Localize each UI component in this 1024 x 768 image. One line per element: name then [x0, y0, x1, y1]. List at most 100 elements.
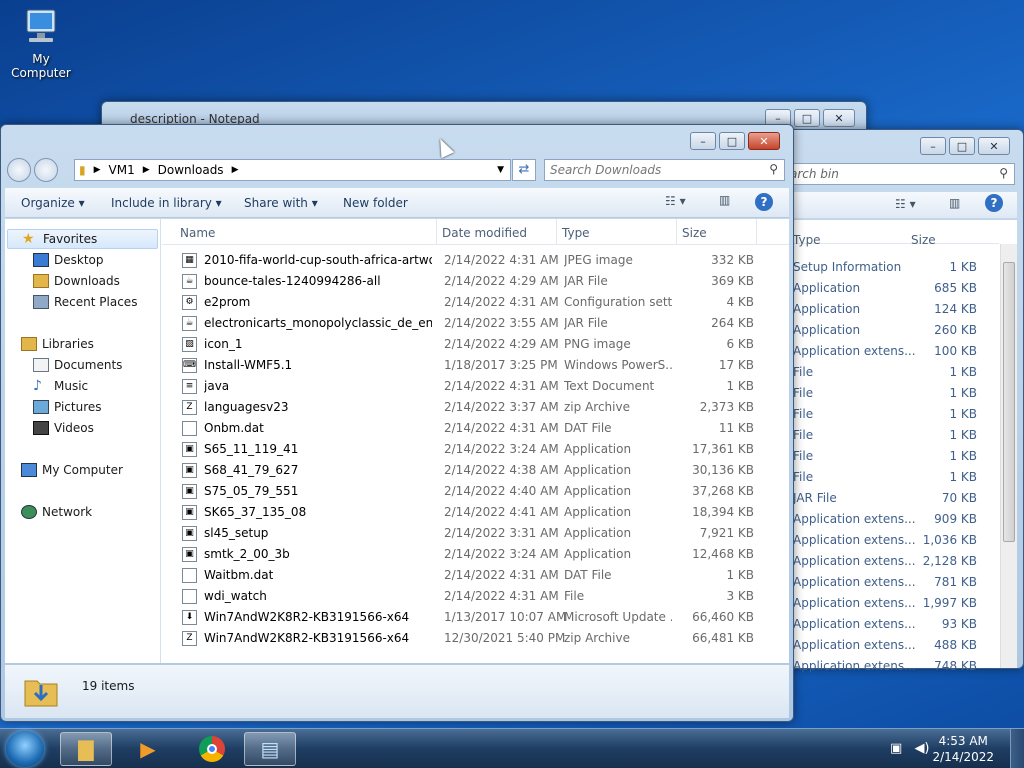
file-row[interactable]: ▣ S65_11_119_41 2/14/2022 3:24 AM Applicati…	[178, 439, 758, 460]
item-type: File	[793, 365, 814, 379]
file-row[interactable]: ⌨ Install-WMF5.1 1/18/2017 3:25 PM Windows …	[178, 355, 758, 376]
list-item[interactable]: Application 260 KB	[785, 320, 999, 341]
list-item[interactable]: Setup Information 1 KB	[785, 257, 999, 278]
show-desktop-button[interactable]	[1010, 729, 1024, 768]
file-row[interactable]: ▨ icon_1 2/14/2022 4:29 AM PNG image 6 KB	[178, 334, 758, 355]
include-in-library-button[interactable]: Include in library ▾	[111, 196, 222, 210]
taskbar-media-player[interactable]: ▶	[122, 732, 174, 766]
list-item[interactable]: File 1 KB	[785, 404, 999, 425]
file-row[interactable]: ⚙ e2prom 2/14/2022 4:31 AM Configuration se…	[178, 292, 758, 313]
column-name[interactable]: Name	[180, 226, 215, 240]
desktop-icon-my-computer[interactable]: My Computer	[4, 8, 78, 80]
close-button[interactable]: ✕	[978, 137, 1010, 155]
list-item[interactable]: Application extens... 100 KB	[785, 341, 999, 362]
start-button[interactable]	[6, 731, 44, 767]
list-item[interactable]: File 1 KB	[785, 425, 999, 446]
nav-libraries[interactable]: Libraries	[5, 334, 160, 354]
preview-pane-icon[interactable]: ▥	[949, 196, 960, 210]
list-item[interactable]: JAR File 70 KB	[785, 488, 999, 509]
list-item[interactable]: Application extens... 1,997 KB	[785, 593, 999, 614]
nav-favorites[interactable]: ★ Favorites	[7, 229, 158, 249]
file-row[interactable]: ▣ smtk_2_00_3b 2/14/2022 3:24 AM Applicatio…	[178, 544, 758, 565]
organize-button[interactable]: Organize ▾	[21, 196, 85, 210]
file-row[interactable]: ≡ java 2/14/2022 4:31 AM Text Document 1 KB	[178, 376, 758, 397]
breadcrumb-downloads[interactable]: Downloads	[158, 163, 224, 177]
list-item[interactable]: File 1 KB	[785, 362, 999, 383]
clock[interactable]: 4:53 AM 2/14/2022	[932, 733, 994, 765]
list-item[interactable]: Application extens... 2,128 KB	[785, 551, 999, 572]
list-item[interactable]: Application extens... 1,036 KB	[785, 530, 999, 551]
nav-documents[interactable]: Documents	[5, 355, 160, 375]
file-row[interactable]: ▣ SK65_37_135_08 2/14/2022 4:41 AM Applicat…	[178, 502, 758, 523]
forward-button[interactable]	[34, 158, 58, 182]
maximize-button[interactable]: □	[719, 132, 745, 150]
file-row[interactable]: Waitbm.dat 2/14/2022 4:31 AM DAT File 1 KB	[178, 565, 758, 586]
file-row[interactable]: Onbm.dat 2/14/2022 4:31 AM DAT File 11 KB	[178, 418, 758, 439]
nav-network[interactable]: Network	[5, 502, 160, 522]
nav-desktop[interactable]: Desktop	[5, 250, 160, 270]
search-icon: ⚲	[999, 166, 1008, 180]
minimize-button[interactable]: –	[920, 137, 946, 155]
nav-videos[interactable]: Videos	[5, 418, 160, 438]
taskbar-notepad[interactable]: ▤	[244, 732, 296, 766]
list-item[interactable]: File 1 KB	[785, 446, 999, 467]
nav-downloads[interactable]: Downloads	[5, 271, 160, 291]
list-item[interactable]: Application extens... 93 KB	[785, 614, 999, 635]
nav-my-computer[interactable]: My Computer	[5, 460, 160, 480]
share-with-button[interactable]: Share with ▾	[244, 196, 318, 210]
volume-icon[interactable]: ◀)	[914, 741, 929, 756]
item-type: File	[793, 407, 814, 421]
bin-search-input[interactable]: arch bin ⚲	[785, 163, 1015, 185]
list-item[interactable]: Application extens... 488 KB	[785, 635, 999, 656]
list-item[interactable]: Application extens... 748 KB	[785, 656, 999, 677]
file-row[interactable]: wdi_watch 2/14/2022 4:31 AM File 3 KB	[178, 586, 758, 607]
column-size[interactable]: Size	[911, 233, 936, 247]
maximize-button[interactable]: □	[949, 137, 975, 155]
nav-music[interactable]: ♪ Music	[5, 376, 160, 396]
list-item[interactable]: File 1 KB	[785, 467, 999, 488]
back-button[interactable]	[7, 158, 31, 182]
file-row[interactable]: ☕ electronicarts_monopolyclassic_de_en_es…	[178, 313, 758, 334]
breadcrumb-vm1[interactable]: VM1	[109, 163, 135, 177]
minimize-button[interactable]: –	[690, 132, 716, 150]
bin-scrollbar[interactable]	[1000, 244, 1017, 668]
nav-recent-places[interactable]: Recent Places	[5, 292, 160, 312]
column-size[interactable]: Size	[682, 226, 707, 240]
taskbar-explorer[interactable]: ▇	[60, 732, 112, 766]
column-type[interactable]: Type	[793, 233, 821, 247]
taskbar-chrome[interactable]	[186, 732, 238, 766]
refresh-button[interactable]: ⇄	[512, 159, 536, 181]
list-item[interactable]: Application extens... 909 KB	[785, 509, 999, 530]
list-item[interactable]: File 1 KB	[785, 383, 999, 404]
help-icon[interactable]: ?	[985, 194, 1003, 212]
new-folder-button[interactable]: New folder	[343, 196, 408, 210]
address-dropdown-icon[interactable]: ▼	[497, 165, 504, 175]
list-item[interactable]: Application 124 KB	[785, 299, 999, 320]
file-row[interactable]: ☕ bounce-tales-1240994286-all 2/14/2022 4:…	[178, 271, 758, 292]
file-row[interactable]: ▣ S68_41_79_627 2/14/2022 4:38 AM Applicati…	[178, 460, 758, 481]
network-tray-icon[interactable]: ▣	[890, 741, 902, 756]
close-button[interactable]: ✕	[823, 109, 855, 127]
file-row[interactable]: Zlanguagesv23 2/14/2022 3:37 AM zip Archiv…	[178, 397, 758, 418]
file-row[interactable]: ▣ sl45_setup 2/14/2022 3:31 AM Application 7…	[178, 523, 758, 544]
view-icon[interactable]: ☷ ▾	[895, 197, 916, 211]
nav-pictures[interactable]: Pictures	[5, 397, 160, 417]
bin-explorer-window[interactable]: – □ ✕ arch bin ⚲ ☷ ▾ ▥ ? Type Size Setup …	[778, 129, 1024, 673]
preview-pane-icon[interactable]: ▥	[719, 193, 730, 207]
file-row[interactable]: ⬇ Win7AndW2K8R2-KB3191566-x64 1/13/2017 10…	[178, 607, 758, 628]
file-row[interactable]: ▦ 2010-fifa-world-cup-south-africa-artwor…	[178, 250, 758, 271]
scrollbar-thumb[interactable]	[1003, 262, 1015, 542]
column-date-modified[interactable]: Date modified	[442, 226, 527, 240]
address-bar[interactable]: ▮ ▶ VM1 ▶ Downloads ▶ ▼	[74, 159, 511, 181]
downloads-explorer-window[interactable]: – □ ✕ ▮ ▶ VM1 ▶ Downloads ▶ ▼ ⇄ Search D…	[0, 124, 794, 722]
help-icon[interactable]: ?	[755, 193, 773, 211]
column-type[interactable]: Type	[562, 226, 590, 240]
search-downloads-input[interactable]: Search Downloads ⚲	[544, 159, 785, 181]
close-button[interactable]: ✕	[748, 132, 780, 150]
file-row[interactable]: Z Win7AndW2K8R2-KB3191566-x64 12/30/2021 5…	[178, 628, 758, 649]
view-icon[interactable]: ☷ ▾	[665, 194, 686, 208]
file-row[interactable]: ▣ S75_05_79_551 2/14/2022 4:40 AM Applicati…	[178, 481, 758, 502]
list-item[interactable]: Application extens... 781 KB	[785, 572, 999, 593]
list-item[interactable]: Application 685 KB	[785, 278, 999, 299]
maximize-button[interactable]: □	[794, 109, 820, 127]
